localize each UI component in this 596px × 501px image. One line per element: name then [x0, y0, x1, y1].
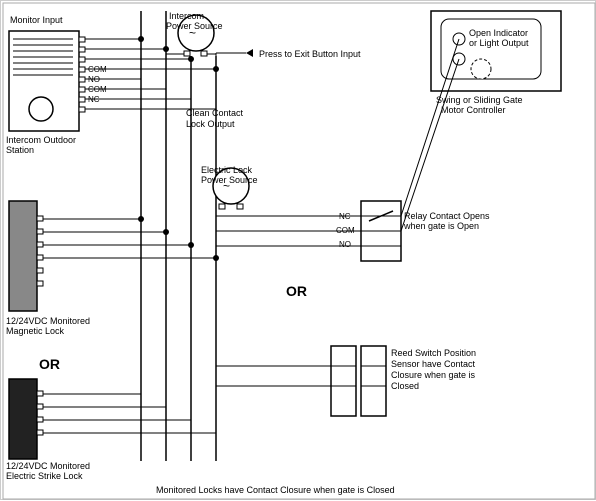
svg-text:Power Source: Power Source: [166, 21, 223, 31]
svg-text:Sensor have Contact: Sensor have Contact: [391, 359, 476, 369]
svg-text:or Light Output: or Light Output: [469, 38, 529, 48]
svg-text:Intercom Outdoor: Intercom Outdoor: [6, 135, 76, 145]
svg-text:Swing or Sliding Gate: Swing or Sliding Gate: [436, 95, 523, 105]
wiring-diagram: Monitor Input Intercom Outdoor Station C…: [0, 0, 596, 500]
svg-text:Closure when gate is: Closure when gate is: [391, 370, 476, 380]
svg-text:Intercom: Intercom: [169, 11, 204, 21]
svg-text:12/24VDC Monitored: 12/24VDC Monitored: [6, 316, 90, 326]
svg-text:OR: OR: [286, 283, 307, 299]
svg-text:Monitor Input: Monitor Input: [10, 15, 63, 25]
svg-text:Press to Exit Button Input: Press to Exit Button Input: [259, 49, 361, 59]
svg-text:Power Source: Power Source: [201, 175, 258, 185]
svg-text:Clean Contact: Clean Contact: [186, 108, 244, 118]
svg-text:Monitored Locks have Contact C: Monitored Locks have Contact Closure whe…: [156, 485, 395, 495]
svg-text:Magnetic Lock: Magnetic Lock: [6, 326, 65, 336]
svg-text:Station: Station: [6, 145, 34, 155]
svg-text:Electric Lock: Electric Lock: [201, 165, 253, 175]
svg-text:OR: OR: [39, 356, 60, 372]
svg-text:Open Indicator: Open Indicator: [469, 28, 528, 38]
svg-text:NO: NO: [339, 240, 351, 249]
svg-text:when gate is Open: when gate is Open: [403, 221, 479, 231]
svg-text:Reed Switch Position: Reed Switch Position: [391, 348, 476, 358]
svg-text:Electric Strike Lock: Electric Strike Lock: [6, 471, 83, 481]
svg-text:Lock Output: Lock Output: [186, 119, 235, 129]
svg-text:12/24VDC Monitored: 12/24VDC Monitored: [6, 461, 90, 471]
svg-text:Closed: Closed: [391, 381, 419, 391]
svg-text:Relay Contact Opens: Relay Contact Opens: [404, 211, 490, 221]
svg-text:Motor Controller: Motor Controller: [441, 105, 506, 115]
